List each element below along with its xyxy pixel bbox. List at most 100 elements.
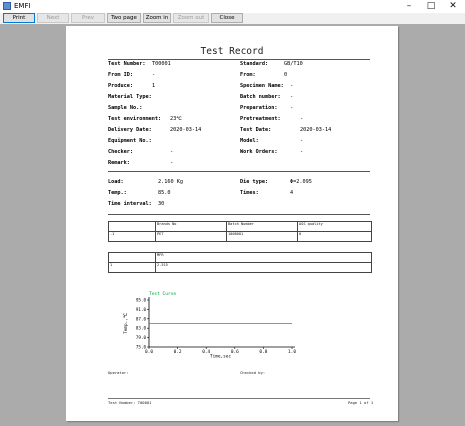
field-label: From: [240, 72, 256, 78]
field-label: Checker: [108, 149, 133, 155]
zoom-in-button[interactable]: Zoom in [143, 13, 171, 23]
field-label: Test Date: [240, 127, 272, 133]
table-header-cell: MFR [155, 252, 372, 263]
field-label: Equipment No.: [108, 138, 152, 144]
field-value: - [170, 149, 174, 155]
param-value: Φ=2.095 [290, 179, 312, 185]
field-label: Test Number: [108, 61, 146, 67]
param-value: 30 [158, 201, 165, 207]
y-tick-label: 75.0 [136, 345, 147, 350]
table-header-cell [108, 252, 156, 263]
field-label: Produce: [108, 83, 133, 89]
field-value: - [300, 149, 304, 155]
footer-page-number: Page 1 of 1 [348, 400, 374, 405]
field-value: - [152, 72, 156, 78]
app-icon [3, 2, 11, 10]
y-tick-label: 79.0 [136, 335, 147, 340]
table-cell: 1 [108, 262, 156, 273]
field-value: GB/T10 [284, 61, 303, 67]
next-button[interactable]: Next [37, 13, 69, 23]
sample-table: Brands No Batch Number ASS quality -1 PE… [108, 221, 372, 242]
field-value: T00001 [152, 61, 171, 67]
table-cell: -1 [108, 231, 156, 242]
field-value: - [290, 83, 294, 89]
minimize-icon[interactable]: – [397, 0, 421, 13]
table-header-cell: Batch Number [226, 221, 298, 232]
field-value: 23℃ [170, 116, 183, 122]
field-value: 0 [284, 72, 288, 78]
close-button[interactable]: Close [211, 13, 243, 23]
field-label: Standard: [240, 61, 269, 67]
field-value: - [170, 160, 174, 166]
table-cell: 0 [297, 231, 372, 242]
field-label: Material Type: [108, 94, 152, 100]
prev-button[interactable]: Prev [71, 13, 105, 23]
y-tick-label: 91.0 [136, 307, 147, 312]
param-value: 2.160 Kg [158, 179, 183, 185]
field-label: Model: [240, 138, 259, 144]
param-label: Temp.: [108, 190, 127, 196]
param-value: 85.0 [158, 190, 171, 196]
two-page-button[interactable]: Two page [107, 13, 141, 23]
field-label: Test environment: [108, 116, 162, 122]
table-header-cell: Brands No [155, 221, 227, 232]
test-curve-chart: Test Curve 75.0 79.0 83.0 87.0 91.0 95.0 0.0 0.2… [123, 291, 296, 360]
table-cell: PET [155, 231, 227, 242]
field-value: - [290, 94, 294, 100]
report-title: Test Record [200, 46, 264, 57]
footer-divider [108, 398, 370, 399]
table-row: -1 PET 1008001 0 [108, 231, 372, 242]
param-label: Load: [108, 179, 124, 185]
checked-by-label: Checked by: [240, 370, 266, 375]
field-value: 2020-03-14 [300, 127, 332, 133]
table-cell: 2.515 [155, 262, 372, 273]
y-tick-label: 95.0 [136, 298, 147, 303]
field-value: - [300, 138, 304, 144]
x-tick-label: 1.0 [288, 349, 296, 355]
y-tick-label: 87.0 [136, 316, 147, 321]
field-label: Work Orders: [240, 149, 278, 155]
param-label: Time interval: [108, 201, 152, 207]
window-title: EMFI [14, 2, 31, 10]
x-tick-label: 0.2 [174, 349, 182, 355]
print-button[interactable]: Print [3, 13, 35, 23]
field-value: - [300, 116, 304, 122]
table-header-row: MFR [108, 252, 372, 263]
field-value: - [290, 105, 294, 111]
field-label: Batch number: [240, 94, 281, 100]
field-value: 1 [152, 83, 156, 89]
operator-label: Operator: [108, 370, 129, 375]
field-label: Sample No.: [108, 105, 143, 111]
table-header-row: Brands No Batch Number ASS quality [108, 221, 372, 232]
toolbar: Print Next Prev Two page Zoom in Zoom ou… [0, 13, 465, 24]
y-tick-label: 83.0 [136, 326, 147, 331]
param-value: 4 [290, 190, 294, 196]
divider [108, 59, 370, 60]
preview-area[interactable]: Test Record Test Number: T00001 Standard… [0, 24, 465, 426]
maximize-icon[interactable]: □ [419, 0, 443, 13]
field-label: Pretreatment: [240, 116, 281, 122]
zoom-out-button[interactable]: Zoom out [173, 13, 209, 23]
divider [108, 214, 370, 215]
field-label: Specimen Name: [240, 83, 284, 89]
field-label: From ID: [108, 72, 133, 78]
table-header-cell: ASS quality [297, 221, 372, 232]
x-axis-label: Time,sec [210, 354, 232, 360]
y-axis-label: Temp.,℃ [123, 313, 129, 334]
x-tick-label: 0.8 [259, 349, 267, 355]
table-cell: 1008001 [226, 231, 298, 242]
table-header-cell [108, 221, 156, 232]
param-label: Die type: [240, 179, 269, 185]
x-tick-label: 0.6 [231, 349, 239, 355]
close-window-icon[interactable]: ✕ [441, 0, 465, 13]
field-label: Delivery Date: [108, 127, 152, 133]
footer-test-number: Test Number: T00001 [108, 400, 152, 405]
field-label: Preparation: [240, 105, 278, 111]
divider [108, 171, 370, 172]
field-label: Remark: [108, 160, 130, 166]
window-titlebar: EMFI – □ ✕ [0, 0, 465, 13]
result-table: MFR 1 2.515 [108, 252, 372, 273]
chart-title: Test Curve [149, 291, 176, 297]
field-value: 2020-03-14 [170, 127, 202, 133]
param-label: Times: [240, 190, 259, 196]
